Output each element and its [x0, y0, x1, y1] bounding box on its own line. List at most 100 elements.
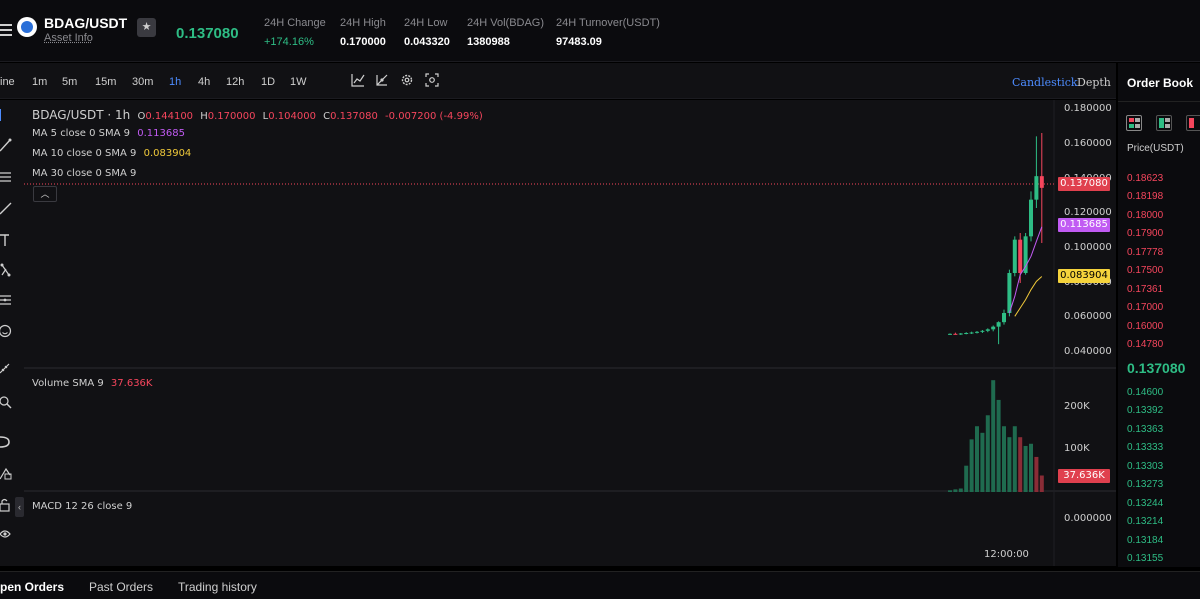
order-book: Order Book Price(USDT) 0.18623 0.18198 0…	[1118, 63, 1200, 567]
ma10-legend[interactable]: MA 10 close 0 SMA 9 0.083904	[32, 148, 191, 159]
legend-collapse-button[interactable]: ︿	[33, 186, 57, 202]
fib-icon[interactable]	[0, 170, 12, 184]
volume-legend[interactable]: Volume SMA 9 37.636K	[32, 378, 152, 389]
brush-icon[interactable]	[0, 202, 12, 216]
candle-body	[964, 333, 969, 334]
interval-15m[interactable]: 15m	[95, 76, 116, 88]
interval-5m[interactable]: 5m	[62, 76, 77, 88]
drawing-toolbar	[0, 100, 14, 566]
volume-bar	[948, 490, 952, 492]
ask-price[interactable]: 0.17778	[1127, 247, 1163, 258]
price-tick: 0.040000	[1064, 346, 1112, 357]
macd-legend[interactable]: MACD 12 26 close 9	[32, 501, 132, 512]
stat-24h-turnover: 24H Turnover(USDT) 97483.09	[556, 17, 660, 48]
candle-group	[948, 133, 1044, 345]
text-icon[interactable]	[0, 233, 12, 247]
volume-label: Volume SMA 9	[32, 378, 104, 389]
interval-12h[interactable]: 12h	[226, 76, 244, 88]
collapse-toolbar-icon[interactable]: ‹	[15, 497, 24, 517]
volume-tick: 100K	[1064, 443, 1090, 454]
favorite-star-icon[interactable]: ★	[137, 18, 156, 37]
orderbook-asks-view-icon[interactable]	[1186, 115, 1200, 131]
ask-price[interactable]: 0.18623	[1127, 173, 1163, 184]
bid-price[interactable]: 0.13155	[1127, 553, 1163, 564]
orderbook-bids-view-icon[interactable]	[1156, 115, 1172, 131]
indicator-icon[interactable]	[351, 73, 365, 87]
candle-body	[980, 330, 985, 332]
chart-area[interactable]: BDAG/USDT · 1h O0.144100 H0.170000 L0.10…	[14, 100, 1116, 566]
tab-trading-history[interactable]: Trading history	[178, 580, 257, 594]
ma30-label: MA 30 close 0 SMA 9	[32, 168, 137, 179]
tab-past-orders[interactable]: Past Orders	[89, 580, 153, 594]
ma5-legend[interactable]: MA 5 close 0 SMA 9 0.113685	[32, 128, 185, 139]
stat-value: 0.170000	[340, 36, 386, 48]
asset-info-link[interactable]: Asset Info	[44, 32, 93, 44]
ma10-line	[1014, 276, 1043, 317]
screenshot-icon[interactable]	[425, 73, 439, 87]
ma30-legend[interactable]: MA 30 close 0 SMA 9	[32, 168, 136, 179]
measure-icon[interactable]	[0, 293, 12, 307]
ohlc-high-key: H	[200, 111, 208, 122]
lock-icon[interactable]	[0, 498, 12, 512]
orders-tabbar: pen Orders Past Orders Trading history	[0, 571, 1200, 599]
bid-price[interactable]: 0.13392	[1127, 405, 1163, 416]
ask-price[interactable]: 0.14780	[1127, 339, 1163, 350]
volume-bar	[975, 426, 979, 492]
volume-bar	[1007, 437, 1012, 492]
volume-bar	[964, 465, 969, 492]
interval-1m[interactable]: 1m	[32, 76, 47, 88]
stat-24h-change: 24H Change +174.16%	[264, 17, 326, 48]
zoom-icon[interactable]	[0, 395, 12, 409]
ruler-icon[interactable]	[0, 361, 12, 375]
bid-price[interactable]: 0.13273	[1127, 479, 1163, 490]
pattern-icon[interactable]	[0, 263, 12, 277]
bid-price[interactable]: 0.13363	[1127, 424, 1163, 435]
ask-price[interactable]: 0.18198	[1127, 191, 1163, 202]
drawing-icon[interactable]	[375, 73, 389, 87]
menu-icon[interactable]	[0, 24, 12, 38]
ma5-value: 0.113685	[137, 128, 185, 139]
pair-title[interactable]: BDAG/USDT	[44, 15, 127, 31]
trendline-icon[interactable]	[0, 138, 12, 152]
bid-price[interactable]: 0.13214	[1127, 516, 1163, 527]
bid-price[interactable]: 0.13244	[1127, 498, 1163, 509]
depth-tab[interactable]: Depth	[1077, 76, 1111, 89]
ask-price[interactable]: 0.17361	[1127, 284, 1163, 295]
price-tick: 0.160000	[1064, 138, 1112, 149]
candlestick-tab[interactable]: Candlestick	[1012, 76, 1078, 89]
interval-1h[interactable]: 1h	[169, 76, 181, 88]
ohlc-high-value: 0.170000	[207, 111, 256, 122]
ohlc-low-value: 0.104000	[268, 111, 316, 122]
interval-1d[interactable]: 1D	[261, 76, 275, 88]
eye-icon[interactable]	[0, 527, 12, 541]
stat-label: 24H Change	[264, 17, 326, 29]
ask-price[interactable]: 0.17900	[1127, 228, 1163, 239]
price-chart-svg[interactable]	[14, 100, 1116, 566]
ask-price[interactable]: 0.17000	[1127, 302, 1163, 313]
ask-price[interactable]: 0.16000	[1127, 321, 1163, 332]
emoji-icon[interactable]	[0, 324, 12, 338]
interval-4h[interactable]: 4h	[198, 76, 210, 88]
bid-price[interactable]: 0.13303	[1127, 461, 1163, 472]
ask-price[interactable]: 0.17500	[1127, 265, 1163, 276]
bid-price[interactable]: 0.13333	[1127, 442, 1163, 453]
interval-30m[interactable]: 30m	[132, 76, 153, 88]
bid-price[interactable]: 0.13184	[1127, 535, 1163, 546]
ask-price[interactable]: 0.18000	[1127, 210, 1163, 221]
price-tick: 0.180000	[1064, 103, 1112, 114]
stat-label: 24H Vol(BDAG)	[467, 17, 545, 29]
lock-drawing-icon[interactable]	[0, 466, 12, 480]
cursor-icon[interactable]	[0, 108, 12, 122]
candle-body	[996, 322, 1001, 327]
candle-body	[969, 332, 974, 334]
orderbook-both-view-icon[interactable]	[1126, 115, 1142, 131]
line-chart-button[interactable]: ine	[0, 76, 15, 88]
candle-body	[1012, 239, 1017, 273]
magnet-icon[interactable]	[0, 435, 12, 449]
tab-open-orders[interactable]: pen Orders	[0, 580, 64, 594]
interval-1w[interactable]: 1W	[290, 76, 307, 88]
bid-price[interactable]: 0.14600	[1127, 387, 1163, 398]
time-tick: 12:00:00	[984, 549, 1029, 560]
settings-icon[interactable]	[400, 73, 414, 87]
ticker-header: BDAG/USDT Asset Info ★ 0.137080 24H Chan…	[0, 0, 1200, 62]
